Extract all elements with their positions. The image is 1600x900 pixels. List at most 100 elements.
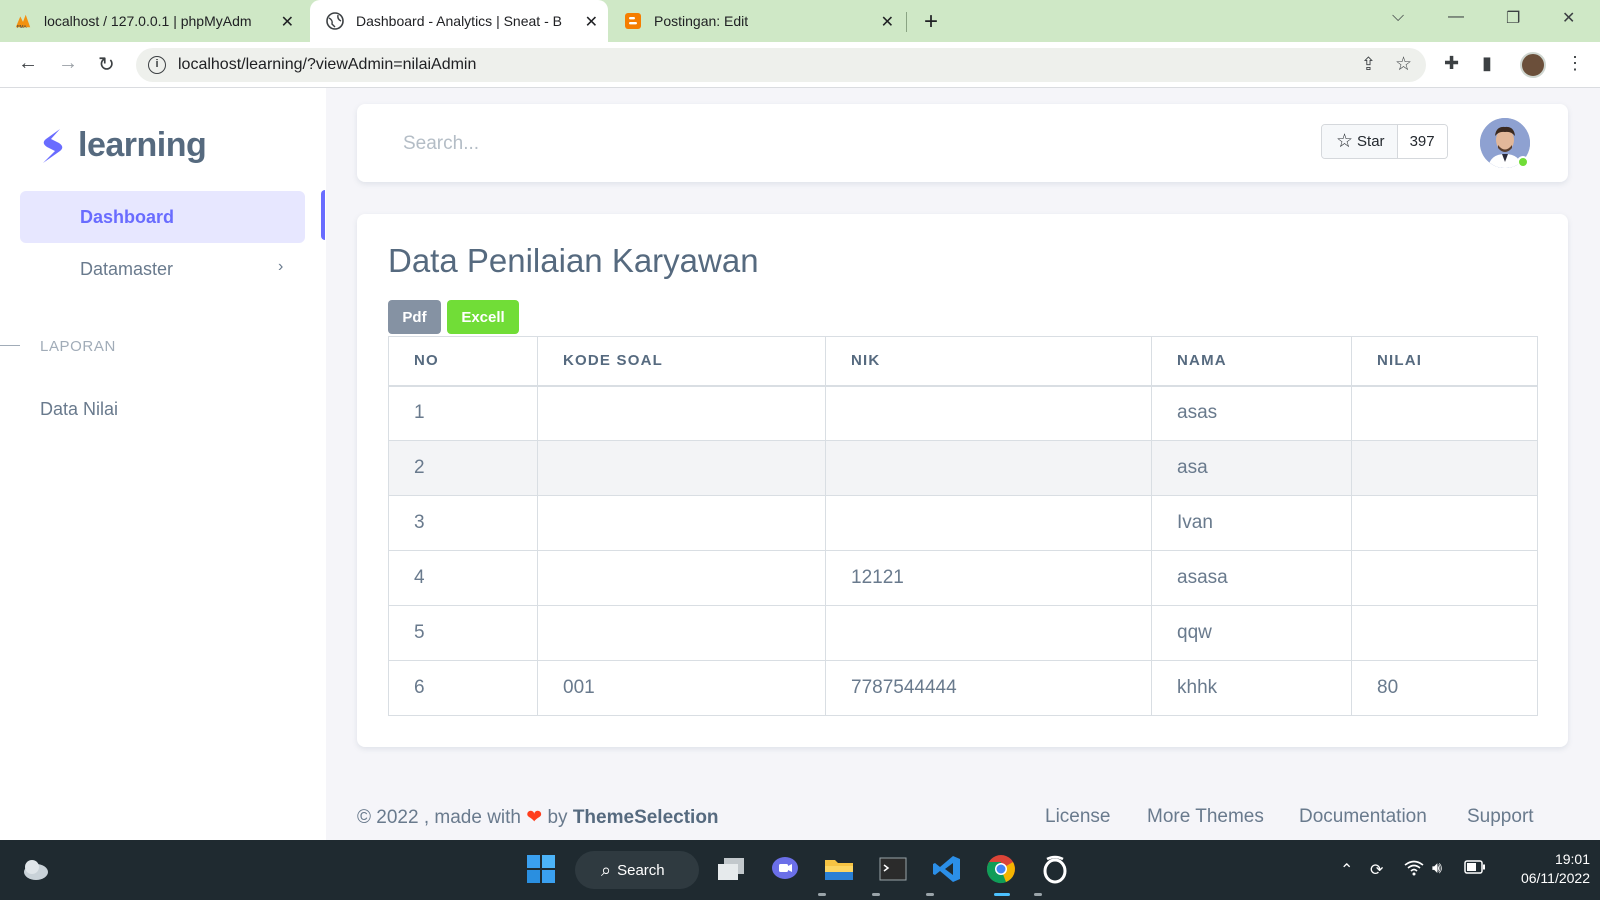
file-explorer-icon[interactable]	[822, 852, 856, 886]
star-count[interactable]: 397	[1397, 125, 1447, 158]
column-header-nilai[interactable]: NILAI	[1351, 336, 1538, 387]
tab-phpmyadmin[interactable]: PMA localhost / 127.0.0.1 | phpMyAdm ✕	[14, 0, 304, 42]
vscode-icon[interactable]	[930, 852, 964, 886]
cell-no: 2	[388, 440, 538, 496]
taskbar-search-button[interactable]: ⌕ Search	[575, 851, 699, 889]
phpmyadmin-icon: PMA	[14, 12, 32, 30]
cell-nilai	[1351, 385, 1538, 441]
system-clock[interactable]: 19:01 06/11/2022	[1504, 850, 1590, 888]
cell-nik	[825, 385, 1152, 441]
url-bar[interactable]: i localhost/learning/?viewAdmin=nilaiAdm…	[136, 48, 1426, 82]
footer-link-documentation[interactable]: Documentation	[1299, 806, 1427, 828]
cell-kode-soal	[537, 550, 826, 606]
close-icon[interactable]: ✕	[881, 12, 894, 32]
active-menu-indicator	[321, 190, 325, 240]
cell-nama: asasa	[1151, 550, 1352, 606]
chrome-icon[interactable]	[984, 852, 1018, 886]
side-panel-icon[interactable]: ▮	[1482, 53, 1492, 74]
chevron-right-icon[interactable]: ›	[278, 258, 283, 276]
cell-nilai	[1351, 605, 1538, 661]
column-header-nik[interactable]: NIK	[825, 336, 1152, 387]
cell-no: 3	[388, 495, 538, 551]
star-button-label[interactable]: ☆ Star	[1322, 125, 1398, 158]
site-info-icon[interactable]: i	[148, 56, 166, 74]
cell-kode-soal: 001	[537, 660, 826, 716]
close-icon[interactable]: ✕	[281, 12, 294, 32]
github-star-button[interactable]: ☆ Star 397	[1321, 124, 1448, 159]
restore-icon[interactable]: ❐	[1506, 8, 1520, 28]
column-header-kode-soal[interactable]: KODE SOAL	[537, 336, 826, 387]
cell-nik	[825, 605, 1152, 661]
bookmark-star-icon[interactable]: ☆	[1395, 53, 1412, 76]
tab-title: Dashboard - Analytics | Sneat - B	[356, 13, 562, 29]
star-outline-icon: ☆	[1336, 131, 1354, 152]
section-header-laporan: LAPORAN	[40, 338, 116, 355]
weather-icon[interactable]	[18, 852, 52, 886]
volume-icon[interactable]: 🔊︎	[1432, 860, 1442, 878]
cell-no: 6	[388, 660, 538, 716]
footer-by: by	[547, 807, 568, 828]
tab-divider	[906, 12, 907, 32]
cell-nik	[825, 495, 1152, 551]
table-row: 6 001 7787544444 khhk 80	[388, 660, 1538, 716]
running-indicator	[872, 893, 880, 896]
tab-postingan[interactable]: Postingan: Edit ✕	[624, 0, 904, 42]
running-indicator	[1034, 893, 1042, 896]
new-tab-icon[interactable]: +	[924, 8, 938, 36]
cell-kode-soal	[537, 440, 826, 496]
sidebar-item-dashboard[interactable]: Dashboard	[20, 191, 305, 243]
footer-link-support[interactable]: Support	[1467, 806, 1534, 828]
taskbar-search-label: Search	[617, 861, 665, 879]
search-input[interactable]	[403, 128, 703, 160]
taskbar: ⌕ Search ⌃ ⟳ 🔊︎ 19:01 06/11/2022	[0, 840, 1600, 900]
chevron-down-icon[interactable]: ⌵	[1392, 8, 1404, 26]
footer-brand-link[interactable]: ThemeSelection	[573, 807, 719, 828]
terminal-icon[interactable]	[876, 852, 910, 886]
url-text[interactable]: localhost/learning/?viewAdmin=nilaiAdmin	[178, 56, 476, 74]
footer-link-more-themes[interactable]: More Themes	[1147, 806, 1264, 828]
sidebar-item-datamaster[interactable]: Datamaster	[80, 259, 173, 280]
address-bar: ← → ↻ i localhost/learning/?viewAdmin=ni…	[0, 42, 1600, 88]
opera-gx-icon[interactable]	[1038, 852, 1072, 886]
cell-no: 1	[388, 385, 538, 441]
chat-icon[interactable]	[768, 852, 802, 886]
export-excel-button[interactable]: Excell	[447, 300, 519, 334]
cell-nama: qqw	[1151, 605, 1352, 661]
page-title: Data Penilaian Karyawan	[388, 242, 759, 279]
reload-icon[interactable]: ↻	[98, 52, 115, 77]
back-arrow-icon[interactable]: ←	[18, 52, 38, 75]
chevron-up-icon[interactable]: ⌃	[1340, 860, 1353, 880]
share-icon[interactable]: ⇪	[1361, 54, 1376, 75]
sidebar-item-label: Dashboard	[80, 207, 175, 227]
search-icon: ⌕	[601, 859, 612, 880]
cell-nik: 12121	[825, 550, 1152, 606]
running-indicator	[818, 893, 826, 896]
window-close-icon[interactable]: ✕	[1562, 8, 1575, 28]
browser-menu-icon[interactable]: ⋮	[1566, 53, 1584, 74]
tab-dashboard[interactable]: Dashboard - Analytics | Sneat - B ✕	[310, 0, 608, 42]
sync-icon[interactable]: ⟳	[1370, 860, 1383, 880]
sidebar-item-data-nilai[interactable]: Data Nilai	[40, 399, 118, 420]
table-row: 5 qqw	[388, 605, 1538, 661]
cell-nilai: 80	[1351, 660, 1538, 716]
footer-copyright: © 2022 , made with	[357, 807, 521, 828]
footer-link-license[interactable]: License	[1045, 806, 1111, 828]
minimize-icon[interactable]: —	[1448, 8, 1464, 26]
brand-logo[interactable]: learning	[38, 126, 207, 165]
close-icon[interactable]: ✕	[585, 12, 598, 32]
browser-profile-avatar[interactable]	[1520, 52, 1546, 78]
battery-icon[interactable]	[1464, 860, 1486, 879]
forward-arrow-icon[interactable]: →	[58, 52, 78, 75]
active-app-indicator	[994, 893, 1010, 896]
export-pdf-button[interactable]: Pdf	[388, 300, 441, 334]
task-view-icon[interactable]	[714, 852, 748, 886]
column-header-nama[interactable]: NAMA	[1151, 336, 1352, 387]
wifi-icon[interactable]	[1404, 860, 1424, 881]
cell-nilai	[1351, 440, 1538, 496]
extensions-icon[interactable]: ✚	[1444, 53, 1459, 74]
running-indicator	[926, 893, 934, 896]
windows-start-icon[interactable]	[524, 852, 558, 886]
tab-title: localhost / 127.0.0.1 | phpMyAdm	[44, 13, 252, 29]
star-label: Star	[1357, 133, 1385, 150]
column-header-no[interactable]: NO	[388, 336, 538, 387]
